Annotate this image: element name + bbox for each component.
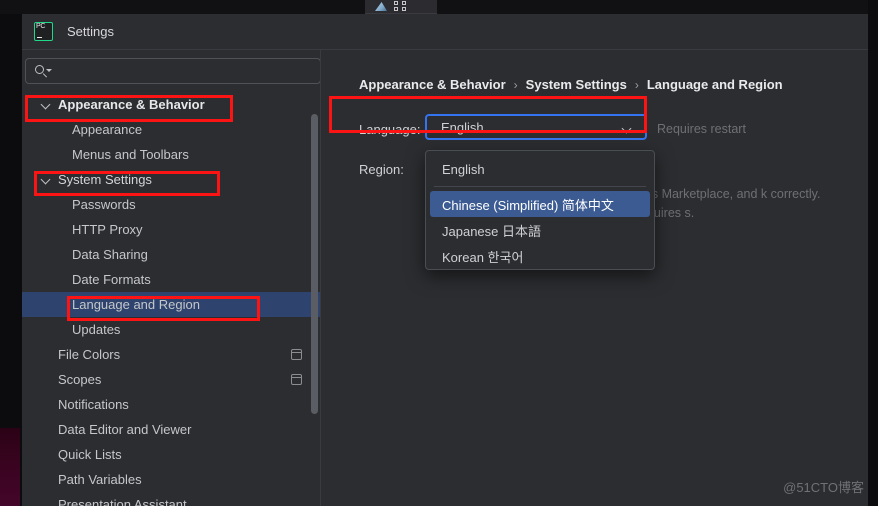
dialog-titlebar: PC Settings (22, 14, 868, 50)
sidebar-item-label: File Colors (58, 347, 121, 362)
sidebar-item-notifications[interactable]: Notifications (22, 392, 320, 417)
desktop-backdrop-top (0, 0, 878, 14)
sidebar-item-label: Presentation Assistant (58, 497, 187, 506)
sidebar-item-label: Data Editor and Viewer (58, 422, 192, 437)
sidebar-item-path-variables[interactable]: Path Variables (22, 467, 320, 492)
chevron-down-icon[interactable] (42, 101, 51, 106)
sidebar-item-label: Notifications (58, 397, 129, 412)
sidebar-item-label: Updates (72, 322, 121, 337)
desktop-backdrop-accent (0, 428, 20, 506)
breadcrumb-item: Appearance & Behavior (359, 77, 506, 92)
sidebar-item-label: Scopes (58, 372, 102, 387)
breadcrumb-item: Language and Region (646, 77, 783, 92)
breadcrumb-item: System Settings (525, 77, 627, 92)
breadcrumb: Appearance & Behavior › System Settings › La… (359, 77, 783, 92)
language-dropdown-menu[interactable]: English Chinese (Simplified) 简体中文 Japanese… (425, 150, 655, 270)
sidebar-item-data-sharing[interactable]: Data Sharing (22, 242, 320, 267)
sidebar-item-label: Language and Region (72, 297, 200, 312)
settings-sync-icon[interactable] (291, 374, 302, 385)
breadcrumb-separator: › (634, 77, 639, 92)
sidebar-item-label: Appearance (72, 122, 143, 137)
watermark: @51CTO博客 (783, 480, 864, 495)
settings-sync-icon[interactable] (291, 349, 302, 360)
sidebar-item-label: Data Sharing (72, 247, 148, 262)
sidebar-item-file-colors[interactable]: File Colors (22, 342, 320, 367)
sidebar-item-date-formats[interactable]: Date Formats (22, 267, 320, 292)
background-grid-icon (394, 1, 408, 12)
sidebar-item-label: Passwords (72, 197, 136, 212)
sidebar-scrollbar-thumb[interactable] (311, 114, 318, 414)
search-input[interactable] (25, 58, 321, 84)
search-icon[interactable] (35, 65, 52, 79)
sidebar-item-label: Menus and Toolbars (72, 147, 189, 162)
language-select[interactable]: English (425, 114, 647, 140)
sidebar-item-label: Date Formats (72, 272, 151, 287)
dialog-title: Settings (67, 24, 114, 39)
sidebar-item-menus-and-toolbars[interactable]: Menus and Toolbars (22, 142, 320, 167)
settings-dialog: PC Settings Appearance & Behavior Appeara… (22, 14, 868, 506)
chevron-down-icon[interactable] (42, 176, 51, 181)
sidebar-item-system-settings[interactable]: System Settings (22, 167, 320, 192)
dropdown-option[interactable]: Korean 한국어 (426, 243, 654, 269)
language-label: Language: (359, 122, 421, 137)
language-restart-note: Requires restart (657, 122, 746, 136)
sidebar-item-label: Path Variables (58, 472, 142, 487)
sidebar-item-presentation-assistant[interactable]: Presentation Assistant (22, 492, 320, 506)
sidebar-item-appearance[interactable]: Appearance (22, 117, 320, 142)
region-label: Region: (359, 162, 404, 177)
dropdown-separator (434, 186, 646, 187)
desktop-backdrop-right (868, 0, 878, 506)
settings-sidebar[interactable]: Appearance & Behavior Appearance Menus and… (22, 92, 320, 506)
chevron-down-icon[interactable] (623, 125, 632, 134)
sidebar-item-quick-lists[interactable]: Quick Lists (22, 442, 320, 467)
pycharm-icon-label: PC (36, 23, 46, 30)
sidebar-item-label: HTTP Proxy (72, 222, 143, 237)
sidebar-item-updates[interactable]: Updates (22, 317, 320, 342)
marketplace-hint-text: rains Marketplace, and k correctly. Requ… (631, 187, 821, 220)
sidebar-item-scopes[interactable]: Scopes (22, 367, 320, 392)
settings-content-pane: Appearance & Behavior › System Settings › La… (321, 50, 868, 506)
dropdown-option[interactable]: English (426, 156, 654, 182)
sidebar-item-language-and-region[interactable]: Language and Region (22, 292, 320, 317)
sidebar-item-label: Quick Lists (58, 447, 122, 462)
sidebar-item-http-proxy[interactable]: HTTP Proxy (22, 217, 320, 242)
screenshot-root: PC Settings Appearance & Behavior Appeara… (0, 0, 878, 506)
dropdown-option[interactable]: Japanese 日本語 (426, 217, 654, 243)
dropdown-option[interactable]: Chinese (Simplified) 简体中文 (430, 191, 650, 217)
language-select-value: English (441, 119, 484, 135)
pycharm-icon-underline (37, 36, 42, 38)
sidebar-item-data-editor-and-viewer[interactable]: Data Editor and Viewer (22, 417, 320, 442)
sidebar-item-appearance-behavior[interactable]: Appearance & Behavior (22, 92, 320, 117)
pycharm-icon: PC (34, 22, 53, 41)
breadcrumb-separator: › (513, 77, 518, 92)
sidebar-item-passwords[interactable]: Passwords (22, 192, 320, 217)
